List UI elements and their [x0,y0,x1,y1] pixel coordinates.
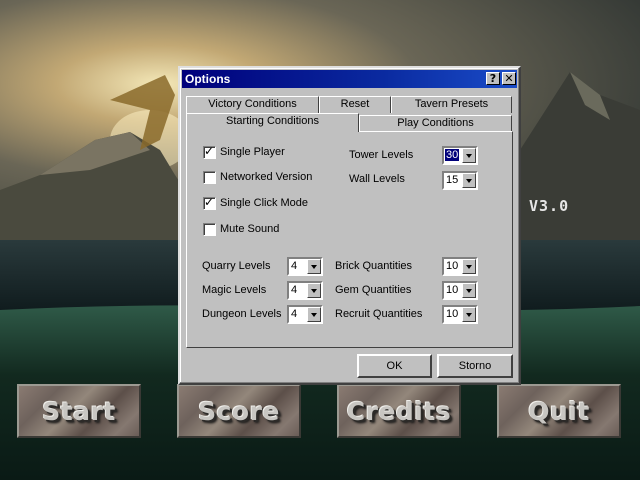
recruit-quantities-label: Recruit Quantities [335,308,423,320]
score-button[interactable]: Score [177,384,301,438]
quit-button[interactable]: Quit [497,384,621,438]
check-icon: ✓ [204,195,215,209]
magic-levels-label: Magic Levels [202,284,267,296]
magic-levels-value: 4 [291,284,298,296]
cancel-button[interactable]: Storno [437,354,513,378]
chevron-down-icon[interactable] [462,307,476,322]
brick-quantities-select[interactable]: 10 [442,257,478,276]
single-player-label: Single Player [220,146,285,158]
chevron-down-icon[interactable] [307,283,321,298]
tower-levels-value: 30 [443,148,461,162]
chevron-down-icon[interactable] [462,283,476,298]
ok-button[interactable]: OK [357,354,432,378]
single-click-mode-label: Single Click Mode [220,197,309,209]
wall-levels-label: Wall Levels [349,173,405,185]
quarry-levels-select[interactable]: 4 [287,257,323,276]
credits-button[interactable]: Credits [337,384,461,438]
mute-sound-checkbox[interactable] [203,223,216,236]
single-click-mode-checkbox[interactable]: ✓ [203,195,216,210]
help-icon[interactable]: ? [486,72,500,85]
chevron-down-icon[interactable] [462,148,476,163]
tab-reset[interactable]: Reset [319,96,391,113]
close-icon[interactable]: ✕ [502,72,516,85]
brick-quantities-label: Brick Quantities [335,260,413,272]
mute-sound-label: Mute Sound [220,223,280,235]
chevron-down-icon[interactable] [307,259,321,274]
wall-levels-select[interactable]: 15 [442,171,478,190]
networked-version-checkbox[interactable] [203,171,216,184]
wall-levels-value: 15 [446,174,459,186]
tab-tavern-presets[interactable]: Tavern Presets [391,96,512,113]
tab-starting-conditions[interactable]: Starting Conditions [186,113,359,132]
quarry-levels-value: 4 [291,260,298,272]
brick-quantities-value: 10 [446,260,459,272]
chevron-down-icon[interactable] [462,259,476,274]
chevron-down-icon[interactable] [307,307,321,322]
gem-quantities-select[interactable]: 10 [442,281,478,300]
quarry-levels-label: Quarry Levels [202,260,271,272]
recruit-quantities-select[interactable]: 10 [442,305,478,324]
quit-button-label: Quit [528,396,590,426]
dungeon-levels-label: Dungeon Levels [202,308,282,320]
dungeon-levels-value: 4 [291,308,298,320]
gem-quantities-value: 10 [446,284,459,296]
chevron-down-icon[interactable] [462,173,476,188]
score-button-label: Score [198,396,280,426]
tab-victory-conditions[interactable]: Victory Conditions [186,96,319,113]
credits-button-label: Credits [346,396,452,426]
start-button-label: Start [42,396,116,426]
tower-levels-select[interactable]: 30 [442,146,478,165]
tower-levels-label: Tower Levels [349,149,414,161]
dungeon-levels-select[interactable]: 4 [287,305,323,324]
single-player-checkbox[interactable]: ✓ [203,144,216,159]
start-button[interactable]: Start [17,384,141,438]
networked-version-label: Networked Version [220,171,313,183]
magic-levels-select[interactable]: 4 [287,281,323,300]
recruit-quantities-value: 10 [446,308,459,320]
version-label: V3.0 [529,197,570,215]
dialog-titlebar[interactable]: Options ? ✕ [182,70,517,88]
tab-play-conditions[interactable]: Play Conditions [359,115,512,132]
dialog-title: Options [185,72,231,86]
check-icon: ✓ [204,144,215,158]
gem-quantities-label: Gem Quantities [335,284,412,296]
